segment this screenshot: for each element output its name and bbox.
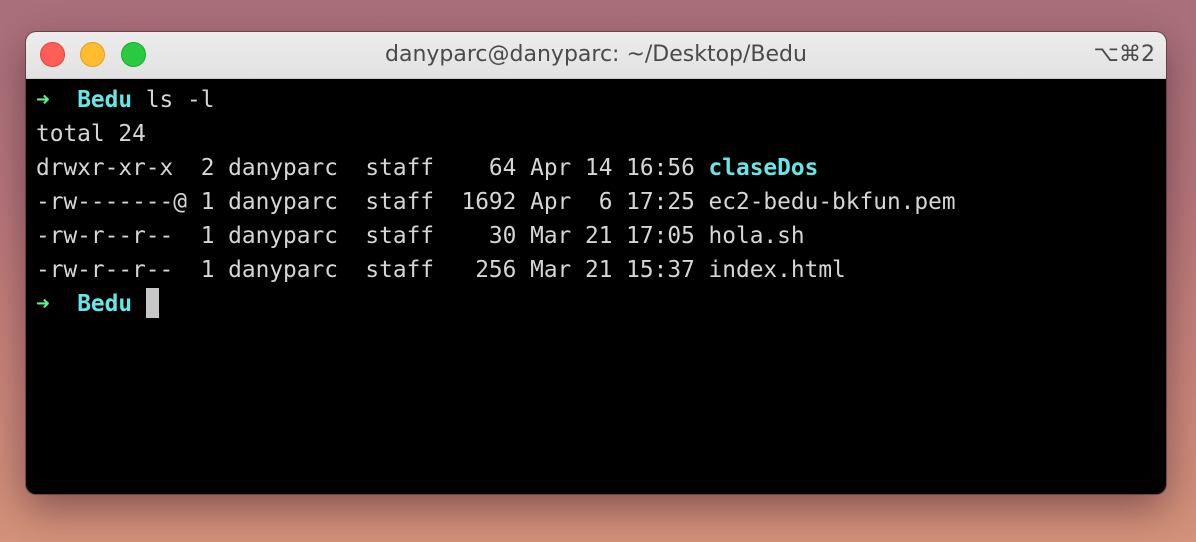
file-name: index.html (708, 257, 846, 283)
prompt-arrow-icon: ➜ (36, 87, 50, 113)
file-meta: -rw-------@ 1 danyparc staff 1692 Apr 6 … (36, 189, 695, 215)
command-text: ls -l (145, 87, 215, 113)
prompt-line: ➜ Bedu (36, 287, 1156, 321)
terminal-window: danyparc@danyparc: ~/Desktop/Bedu ⌥⌘2 ➜ … (26, 32, 1166, 494)
list-item: -rw-------@ 1 danyparc staff 1692 Apr 6 … (36, 185, 1156, 219)
list-item: drwxr-xr-x 2 danyparc staff 64 Apr 14 16… (36, 151, 1156, 185)
file-name: hola.sh (708, 223, 805, 249)
window-title: danyparc@danyparc: ~/Desktop/Bedu (385, 42, 807, 67)
file-name: ec2-bedu-bkfun.pem (708, 189, 956, 215)
prompt-line: ➜ Bedu ls -l (36, 83, 1156, 117)
total-line: total 24 (36, 121, 146, 147)
tab-shortcut-label: ⌥⌘2 (1093, 42, 1155, 67)
list-item: -rw-r--r-- 1 danyparc staff 30 Mar 21 17… (36, 219, 1156, 253)
text-cursor (145, 287, 159, 318)
prompt-directory: Bedu (77, 87, 133, 113)
prompt-directory: Bedu (77, 291, 133, 317)
file-meta: -rw-r--r-- 1 danyparc staff 30 Mar 21 17… (36, 223, 695, 249)
title-bar[interactable]: danyparc@danyparc: ~/Desktop/Bedu ⌥⌘2 (26, 32, 1166, 79)
file-meta: -rw-r--r-- 1 danyparc staff 256 Mar 21 1… (36, 257, 695, 283)
file-name: claseDos (708, 155, 819, 181)
list-item: -rw-r--r-- 1 danyparc staff 256 Mar 21 1… (36, 253, 1156, 287)
file-meta: drwxr-xr-x 2 danyparc staff 64 Apr 14 16… (36, 155, 695, 181)
prompt-arrow-icon: ➜ (36, 291, 50, 317)
terminal-output[interactable]: ➜ Bedu ls -l total 24 drwxr-xr-x 2 danyp… (36, 83, 1156, 321)
